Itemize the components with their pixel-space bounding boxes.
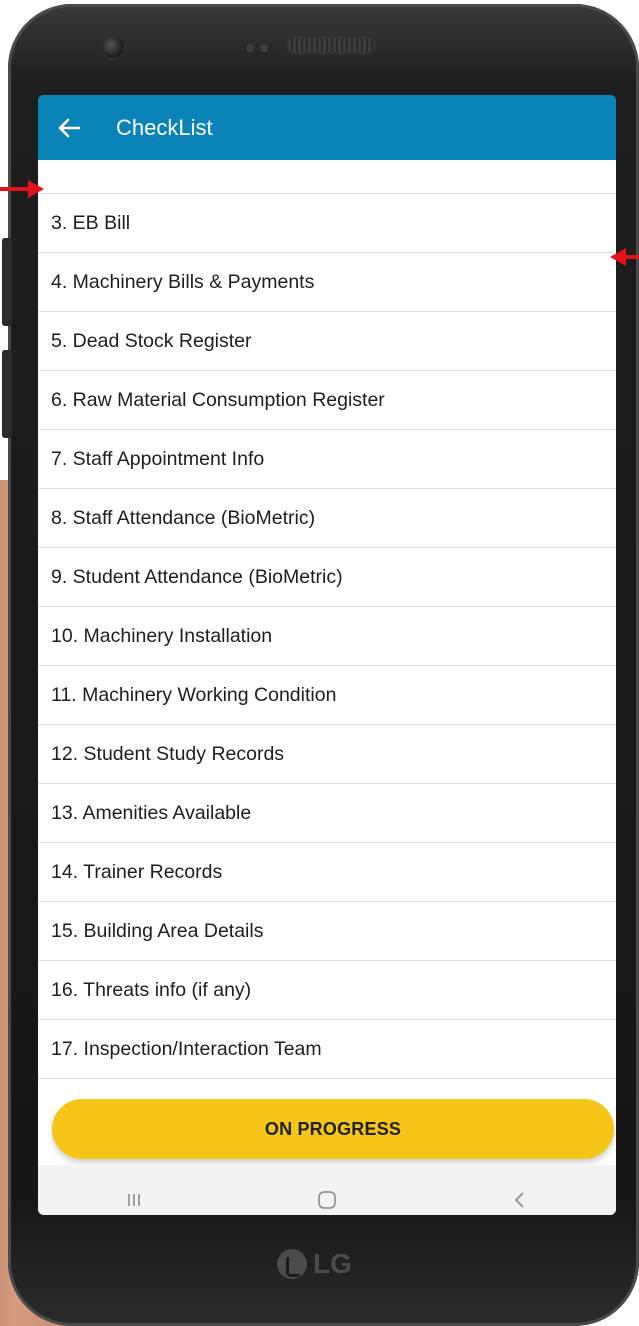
page-title: CheckList <box>116 114 213 140</box>
list-item[interactable]: 3. EB Bill <box>38 194 616 253</box>
list-item[interactable]: 6. Raw Material Consumption Register <box>38 371 616 430</box>
phone-screen: CheckList 3. EB Bill 4. Machinery Bills &… <box>38 95 616 1215</box>
recents-icon[interactable] <box>114 1180 154 1215</box>
list-item[interactable]: 5. Dead Stock Register <box>38 312 616 371</box>
sensor-dot-icon <box>246 44 254 52</box>
volume-up-button <box>2 238 12 326</box>
list-item[interactable]: 17. Inspection/Interaction Team <box>38 1020 616 1079</box>
home-icon[interactable] <box>307 1180 347 1215</box>
red-annotation-arrow-left <box>610 248 639 266</box>
photo-stage: CheckList 3. EB Bill 4. Machinery Bills &… <box>0 0 639 1326</box>
list-item[interactable]: 11. Machinery Working Condition <box>38 666 616 725</box>
list-item-placeholder <box>38 160 616 194</box>
lg-logo-icon: LG <box>277 1248 352 1280</box>
front-camera-icon <box>102 36 124 58</box>
brand-label: LG <box>313 1248 352 1279</box>
list-item[interactable]: 12. Student Study Records <box>38 725 616 784</box>
app-bar: CheckList <box>38 95 616 160</box>
system-nav-bar <box>38 1165 616 1215</box>
red-annotation-arrow-right <box>0 180 44 198</box>
list-item[interactable]: 16. Threats info (if any) <box>38 961 616 1020</box>
list-item[interactable]: 9. Student Attendance (BioMetric) <box>38 548 616 607</box>
list-item[interactable]: 4. Machinery Bills & Payments <box>38 253 616 312</box>
volume-down-button <box>2 350 12 438</box>
list-item[interactable]: 14. Trainer Records <box>38 843 616 902</box>
list-item[interactable]: 15. Building Area Details <box>38 902 616 961</box>
chevron-left-icon[interactable] <box>500 1180 540 1215</box>
sensor-dot-icon <box>260 44 268 52</box>
earpiece-speaker <box>288 38 374 52</box>
on-progress-button[interactable]: ON PROGRESS <box>52 1099 614 1159</box>
list-item[interactable]: 8. Staff Attendance (BioMetric) <box>38 489 616 548</box>
list-item[interactable]: 10. Machinery Installation <box>38 607 616 666</box>
list-item[interactable]: 7. Staff Appointment Info <box>38 430 616 489</box>
checklist-list: 3. EB Bill 4. Machinery Bills & Payments 5… <box>38 160 616 1079</box>
lg-circle-icon <box>277 1249 307 1279</box>
arrow-left-icon[interactable] <box>58 117 80 139</box>
list-item[interactable]: 13. Amenities Available <box>38 784 616 843</box>
